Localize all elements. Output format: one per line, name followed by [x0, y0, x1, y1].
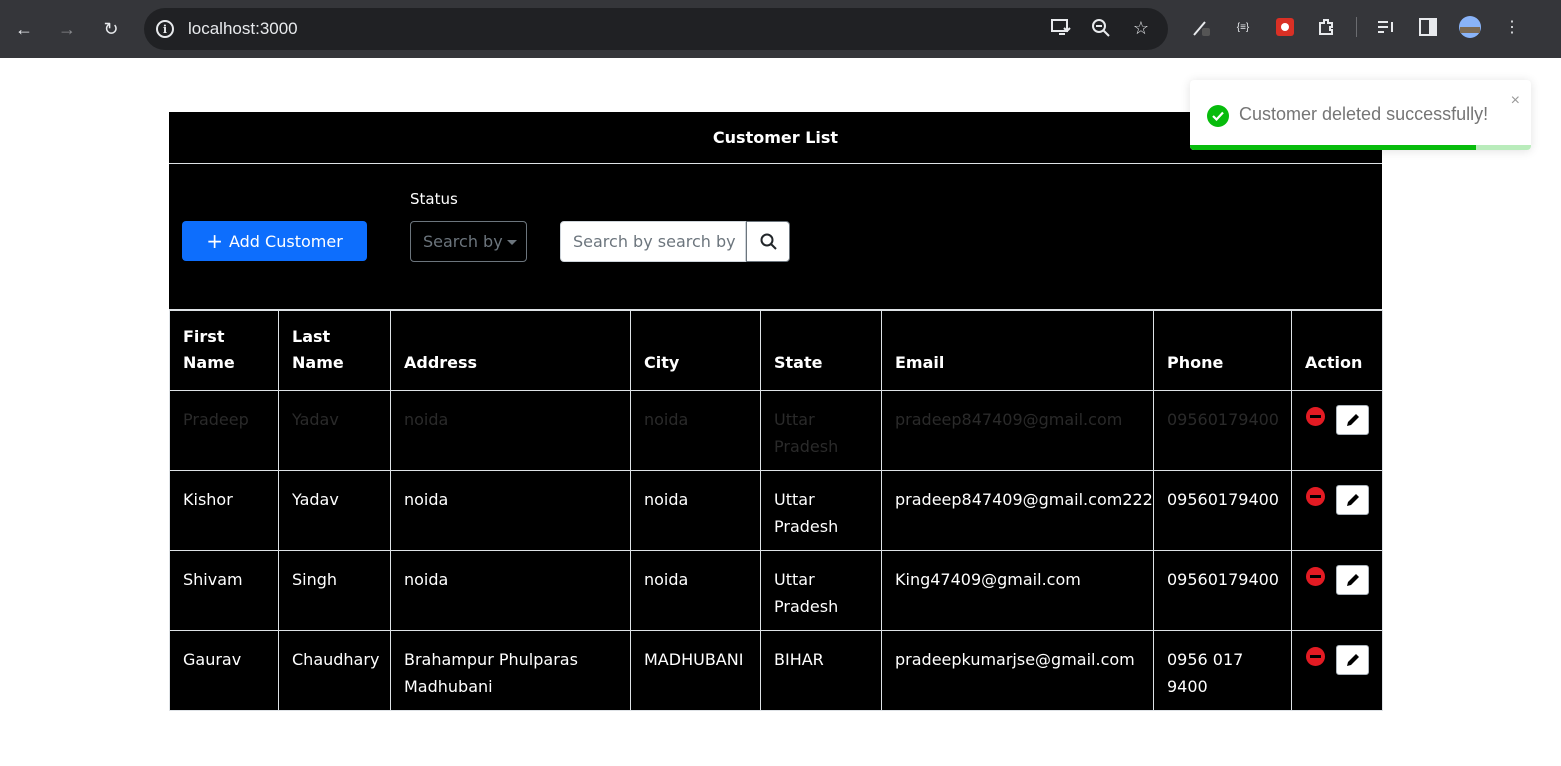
- browser-toolbar: ← → ↻ i localhost:3000 ☆ {≡} ⋮: [0, 0, 1561, 58]
- cell-last-name: Singh: [278, 550, 391, 631]
- install-app-icon[interactable]: [1050, 17, 1072, 39]
- cell-phone: 09560179400: [1153, 390, 1292, 471]
- search-button[interactable]: [746, 221, 790, 262]
- close-icon[interactable]: ×: [1511, 92, 1520, 110]
- cell-last-name: Chaudhary: [278, 630, 391, 711]
- header-state: State: [760, 310, 882, 391]
- reload-icon[interactable]: ↻: [96, 14, 126, 44]
- back-arrow-icon[interactable]: ←: [9, 14, 39, 44]
- pencil-icon: [1346, 654, 1359, 666]
- edit-button[interactable]: [1336, 485, 1369, 515]
- page-content: Customer List + Add Customer Status Sear…: [0, 58, 1561, 766]
- cell-email: King47409@gmail.com: [881, 550, 1154, 631]
- cell-city: MADHUBANI: [630, 630, 761, 711]
- cell-last-name: Yadav: [278, 390, 391, 471]
- cell-phone: 09560179400: [1153, 550, 1292, 631]
- search-group: Search by search by: [560, 221, 790, 262]
- header-action: Action: [1291, 310, 1383, 391]
- table-header-row: First Name Last Name Address City State …: [169, 310, 1383, 391]
- cell-state: Uttar Pradesh: [760, 470, 882, 551]
- cell-city: noida: [630, 390, 761, 471]
- cell-address: Brahampur Phulparas Madhubani: [390, 630, 631, 711]
- cell-email: pradeep847409@gmail.com: [881, 390, 1154, 471]
- cell-city: noida: [630, 550, 761, 631]
- cell-first-name: Gaurav: [169, 630, 279, 711]
- delete-icon[interactable]: [1306, 567, 1325, 586]
- browser-menu-icon[interactable]: ⋮: [1499, 14, 1525, 40]
- eyedropper-extension-icon[interactable]: [1188, 14, 1214, 40]
- customer-table: First Name Last Name Address City State …: [169, 310, 1383, 711]
- controls-bar: + Add Customer Status Search by Search b…: [169, 164, 1382, 310]
- zoom-icon[interactable]: [1090, 17, 1112, 39]
- site-info-icon[interactable]: i: [156, 20, 174, 38]
- toolbar-divider: [1356, 17, 1357, 37]
- add-customer-button[interactable]: + Add Customer: [182, 221, 367, 261]
- cell-action: [1291, 630, 1383, 711]
- cell-first-name: Pradeep: [169, 390, 279, 471]
- cell-city: noida: [630, 470, 761, 551]
- edit-button[interactable]: [1336, 645, 1369, 675]
- header-email: Email: [881, 310, 1154, 391]
- cell-email: pradeepkumarjse@gmail.com: [881, 630, 1154, 711]
- cell-state: Uttar Pradesh: [760, 550, 882, 631]
- json-extension-icon[interactable]: {≡}: [1230, 14, 1256, 40]
- side-panel-icon[interactable]: [1415, 14, 1441, 40]
- pencil-icon: [1346, 414, 1359, 426]
- pencil-icon: [1346, 494, 1359, 506]
- cell-action: [1291, 550, 1383, 631]
- header-city: City: [630, 310, 761, 391]
- toast-progress-bar: [1190, 145, 1477, 150]
- toast-message: Customer deleted successfully!: [1239, 104, 1489, 124]
- bookmark-star-icon[interactable]: ☆: [1130, 17, 1152, 39]
- table-row: Shivam Singh noida noida Uttar Pradesh K…: [169, 550, 1383, 631]
- customer-list-panel: Customer List + Add Customer Status Sear…: [169, 112, 1383, 711]
- plus-icon: +: [206, 229, 223, 253]
- profile-avatar[interactable]: [1457, 14, 1483, 40]
- delete-icon[interactable]: [1306, 487, 1325, 506]
- cell-address: noida: [390, 390, 631, 471]
- header-address: Address: [390, 310, 631, 391]
- header-phone: Phone: [1153, 310, 1292, 391]
- search-input[interactable]: Search by search by: [560, 221, 746, 262]
- pencil-icon: [1346, 574, 1359, 586]
- status-dropdown-value: Search by: [423, 232, 503, 251]
- cell-action: [1291, 390, 1383, 471]
- bug-extension-icon[interactable]: [1272, 14, 1298, 40]
- edit-button[interactable]: [1336, 565, 1369, 595]
- search-icon: [760, 233, 777, 250]
- cell-phone: 09560179400: [1153, 470, 1292, 551]
- forward-arrow-icon[interactable]: →: [52, 14, 82, 44]
- cell-phone: 0956 017 9400: [1153, 630, 1292, 711]
- cell-last-name: Yadav: [278, 470, 391, 551]
- cell-address: noida: [390, 550, 631, 631]
- delete-icon[interactable]: [1306, 647, 1325, 666]
- cell-address: noida: [390, 470, 631, 551]
- cell-first-name: Kishor: [169, 470, 279, 551]
- header-last-name: Last Name: [278, 310, 391, 391]
- table-row: Pradeep Yadav noida noida Uttar Pradesh …: [169, 390, 1383, 471]
- success-check-icon: [1207, 105, 1229, 127]
- table-row: Kishor Yadav noida noida Uttar Pradesh p…: [169, 470, 1383, 551]
- add-customer-label: Add Customer: [228, 231, 343, 251]
- cell-first-name: Shivam: [169, 550, 279, 631]
- cell-state: Uttar Pradesh: [760, 390, 882, 471]
- status-label: Status: [410, 190, 458, 208]
- cell-email: pradeep847409@gmail.com222: [881, 470, 1154, 551]
- reading-list-icon[interactable]: [1373, 14, 1399, 40]
- table-row: Gaurav Chaudhary Brahampur Phulparas Mad…: [169, 630, 1383, 711]
- caret-down-icon: [506, 240, 517, 245]
- url-text[interactable]: localhost:3000: [188, 19, 298, 39]
- delete-icon[interactable]: [1306, 407, 1325, 426]
- toast-notification[interactable]: Customer deleted successfully! ×: [1190, 80, 1531, 150]
- header-first-name: First Name: [169, 310, 279, 391]
- cell-state: BIHAR: [760, 630, 882, 711]
- edit-button[interactable]: [1336, 405, 1369, 435]
- address-bar[interactable]: i localhost:3000 ☆: [144, 8, 1168, 50]
- cell-action: [1291, 470, 1383, 551]
- extensions-puzzle-icon[interactable]: [1314, 14, 1340, 40]
- status-dropdown[interactable]: Search by: [410, 221, 527, 262]
